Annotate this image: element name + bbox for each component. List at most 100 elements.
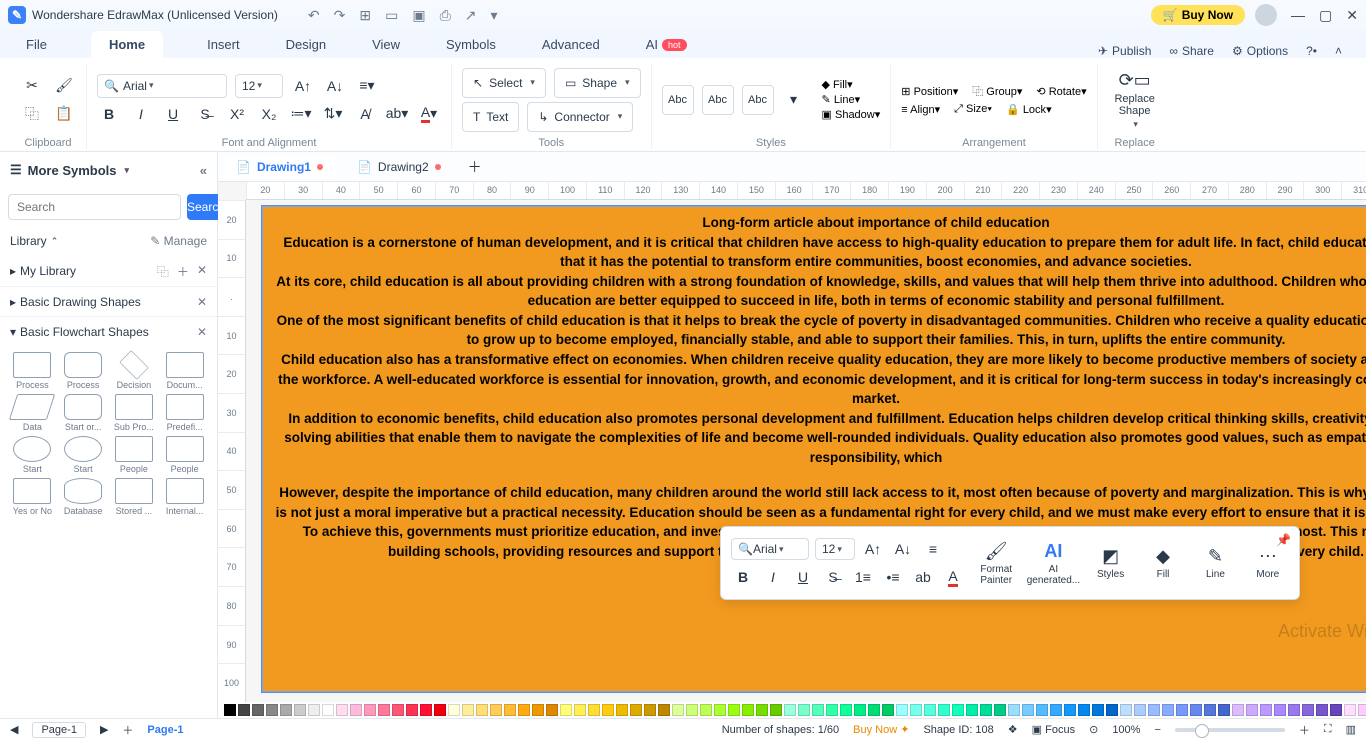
- menu-design[interactable]: Design: [284, 31, 328, 58]
- selected-shape[interactable]: Long-form article about importance of ch…: [262, 206, 1366, 692]
- fill-menu[interactable]: ◆ Fill▾: [822, 78, 881, 91]
- style-more-icon[interactable]: ▾: [782, 88, 806, 112]
- new-icon[interactable]: ⊞: [359, 7, 371, 24]
- swatch[interactable]: [266, 704, 278, 716]
- swatch[interactable]: [770, 704, 782, 716]
- clear-format-icon[interactable]: A̸: [353, 102, 377, 126]
- swatch[interactable]: [896, 704, 908, 716]
- print-icon[interactable]: ⎙: [440, 7, 451, 24]
- swatch[interactable]: [1050, 704, 1062, 716]
- font-family-select[interactable]: 🔍 Arial▾: [97, 74, 227, 98]
- open-icon[interactable]: ▭: [385, 7, 398, 24]
- swatch[interactable]: [840, 704, 852, 716]
- swatch[interactable]: [1120, 704, 1132, 716]
- panel-toggle-icon[interactable]: ▥: [1346, 723, 1356, 736]
- swatch[interactable]: [518, 704, 530, 716]
- swatch[interactable]: [1358, 704, 1366, 716]
- swatch[interactable]: [1148, 704, 1160, 716]
- tab-drawing1[interactable]: 📄 Drawing1: [224, 156, 335, 178]
- float-numlist-icon[interactable]: 1≡: [851, 565, 875, 589]
- paste-icon[interactable]: 📋: [52, 102, 76, 126]
- style-preset-2[interactable]: Abc: [702, 85, 734, 115]
- swatch[interactable]: [406, 704, 418, 716]
- swatch[interactable]: [756, 704, 768, 716]
- float-size-select[interactable]: 12▾: [815, 538, 855, 560]
- swatch[interactable]: [644, 704, 656, 716]
- swatch[interactable]: [854, 704, 866, 716]
- fit-icon[interactable]: ⊙: [1089, 723, 1098, 736]
- bullets-icon[interactable]: ≔▾: [289, 102, 313, 126]
- zoom-in-icon[interactable]: ＋: [1299, 722, 1310, 738]
- shape-docum...[interactable]: Docum...: [160, 352, 209, 390]
- swatch[interactable]: [1106, 704, 1118, 716]
- shape-start[interactable]: Start: [59, 436, 108, 474]
- lib-close-icon[interactable]: ✕: [197, 263, 207, 280]
- fullscreen-icon[interactable]: ⛶: [1324, 723, 1332, 736]
- line-menu[interactable]: ✎ Line▾: [822, 93, 881, 106]
- highlight-icon[interactable]: ab▾: [385, 102, 409, 126]
- swatch[interactable]: [238, 704, 250, 716]
- swatch[interactable]: [602, 704, 614, 716]
- page-select[interactable]: Page-1: [32, 722, 85, 738]
- swatch[interactable]: [1232, 704, 1244, 716]
- increase-font-icon[interactable]: A↑: [291, 74, 315, 98]
- swatch[interactable]: [574, 704, 586, 716]
- minimize-button[interactable]: —: [1291, 7, 1305, 23]
- swatch[interactable]: [714, 704, 726, 716]
- undo-icon[interactable]: ↶: [308, 7, 320, 24]
- canvas-area[interactable]: 2030405060708090100110120130140150160170…: [218, 182, 1366, 702]
- float-more-button[interactable]: ⋯More: [1247, 546, 1289, 580]
- export-icon[interactable]: ↗: [465, 7, 477, 24]
- swatch[interactable]: [826, 704, 838, 716]
- swatch[interactable]: [966, 704, 978, 716]
- swatch[interactable]: [378, 704, 390, 716]
- swatch[interactable]: [1134, 704, 1146, 716]
- font-color-icon[interactable]: A▾: [417, 102, 441, 126]
- swatch[interactable]: [1078, 704, 1090, 716]
- swatch[interactable]: [784, 704, 796, 716]
- shape-start[interactable]: Start: [8, 436, 57, 474]
- save-icon[interactable]: ▣: [412, 7, 425, 24]
- swatch[interactable]: [616, 704, 628, 716]
- italic-icon[interactable]: I: [129, 102, 153, 126]
- swatch[interactable]: [280, 704, 292, 716]
- lock-menu[interactable]: 🔒 Lock▾: [1006, 103, 1052, 116]
- basic-drawing-section[interactable]: ▸ Basic Drawing Shapes✕: [0, 286, 217, 316]
- shadow-menu[interactable]: ▣ Shadow▾: [822, 108, 881, 121]
- shape-database[interactable]: Database: [59, 478, 108, 516]
- shape-start or...[interactable]: Start or...: [59, 394, 108, 432]
- swatch[interactable]: [336, 704, 348, 716]
- float-font-select[interactable]: 🔍 Arial▾: [731, 538, 809, 560]
- swatch[interactable]: [1162, 704, 1174, 716]
- shape-people[interactable]: People: [110, 436, 159, 474]
- swatch[interactable]: [1302, 704, 1314, 716]
- swatch[interactable]: [1260, 704, 1272, 716]
- float-fontcolor-icon[interactable]: A: [941, 565, 965, 589]
- replace-shape-button[interactable]: ⟳▭Replace Shape▾: [1108, 70, 1162, 130]
- swatch[interactable]: [1330, 704, 1342, 716]
- swatch[interactable]: [868, 704, 880, 716]
- swatch[interactable]: [952, 704, 964, 716]
- swatch[interactable]: [1036, 704, 1048, 716]
- shape-people[interactable]: People: [160, 436, 209, 474]
- swatch[interactable]: [588, 704, 600, 716]
- swatch[interactable]: [532, 704, 544, 716]
- pin-icon[interactable]: 📌: [1276, 533, 1291, 547]
- float-strike-icon[interactable]: S̶: [821, 565, 845, 589]
- superscript-icon[interactable]: X²: [225, 102, 249, 126]
- publish-button[interactable]: ✈ Publish: [1098, 44, 1151, 58]
- lib-new-icon[interactable]: ⿻: [157, 263, 169, 280]
- shape-predefi...[interactable]: Predefi...: [160, 394, 209, 432]
- swatch[interactable]: [1204, 704, 1216, 716]
- shape-stored ...[interactable]: Stored ...: [110, 478, 159, 516]
- focus-button[interactable]: ▣ Focus: [1032, 723, 1075, 736]
- swatch[interactable]: [1022, 704, 1034, 716]
- swatch[interactable]: [392, 704, 404, 716]
- swatch[interactable]: [882, 704, 894, 716]
- shape-sub pro...[interactable]: Sub Pro...: [110, 394, 159, 432]
- help-button[interactable]: ?•: [1306, 44, 1317, 58]
- float-fill-button[interactable]: ◆Fill: [1142, 546, 1184, 580]
- manage-link[interactable]: ✎ Manage: [150, 234, 207, 248]
- redo-icon[interactable]: ↷: [334, 7, 346, 24]
- swatch[interactable]: [504, 704, 516, 716]
